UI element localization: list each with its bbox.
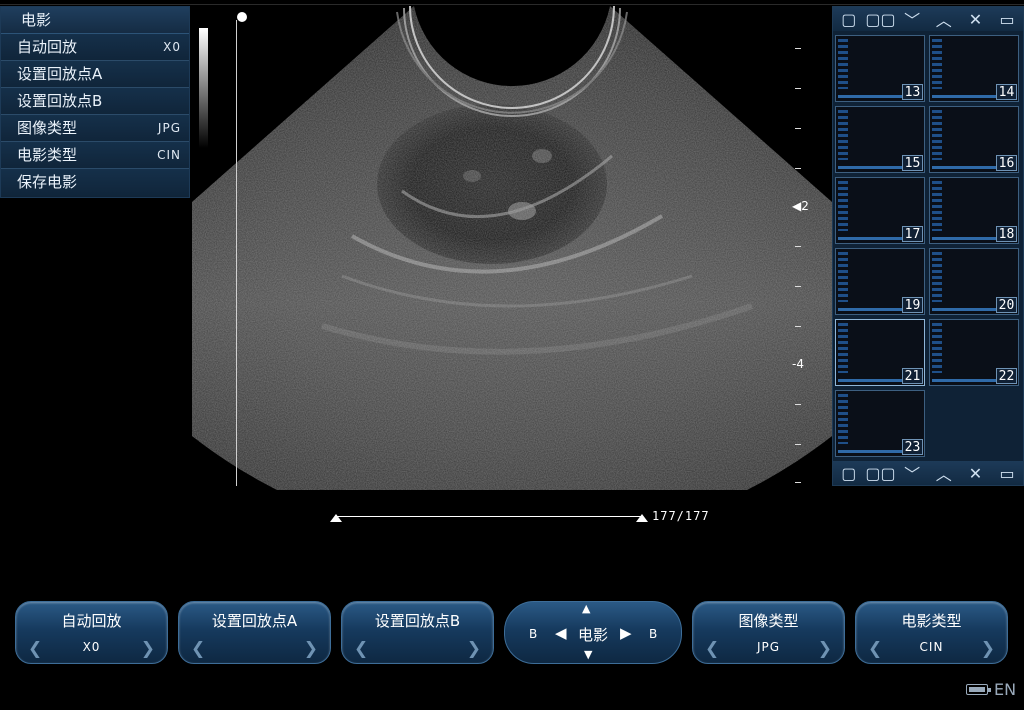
menu-item-set-point-b[interactable]: 设置回放点B: [1, 88, 189, 115]
thumbnail[interactable]: 22: [929, 319, 1019, 386]
depth-label-2: ◀2: [792, 199, 809, 213]
cine-navigation-control[interactable]: ▲ B ◀ 电影 ▶ B ▼: [504, 601, 682, 664]
menu-item-label: 保存电影: [17, 173, 78, 191]
menu-item-label: 设置回放点A: [17, 65, 103, 83]
thumbnail[interactable]: 13: [835, 35, 925, 102]
cine-start-marker[interactable]: [330, 514, 342, 522]
menu-item-value: X0: [163, 40, 181, 54]
thumbnail-selected[interactable]: 21: [835, 319, 925, 386]
menu-item-set-point-a[interactable]: 设置回放点A: [1, 61, 189, 88]
thumbnail[interactable]: 18: [929, 177, 1019, 244]
ultrasound-image: [192, 6, 832, 490]
menu-item-auto-replay[interactable]: 自动回放 X0: [1, 34, 189, 61]
chevron-right-icon[interactable]: ❯: [304, 639, 318, 659]
chevron-left-icon[interactable]: ❮: [354, 639, 368, 659]
depth-label-4: -4: [792, 357, 804, 371]
menu-item-image-type[interactable]: 图像类型 JPG: [1, 115, 189, 142]
thumbnail-number: 19: [902, 297, 923, 313]
thumbnail[interactable]: 19: [835, 248, 925, 315]
thumbnail-number: 13: [902, 84, 923, 100]
chevron-up-icon[interactable]: ︿: [931, 463, 957, 484]
auto-replay-control[interactable]: 自动回放 ❮ X0 ❯: [15, 601, 168, 664]
menu-item-cine-type[interactable]: 电影类型 CIN: [1, 142, 189, 169]
chevron-right-icon[interactable]: ❯: [818, 639, 832, 659]
delete-icon[interactable]: ✕: [962, 9, 988, 29]
depth-tick: [795, 48, 801, 49]
chevron-up-icon[interactable]: ︿: [931, 9, 957, 30]
control-label: 自动回放: [61, 612, 122, 630]
language-indicator: EN: [994, 680, 1017, 699]
top-divider: [0, 4, 1024, 5]
frame-counter: 177/177: [652, 509, 710, 523]
depth-tick: [795, 404, 801, 405]
dual-view-icon[interactable]: ▢▢: [865, 463, 895, 483]
thumbnail-number: 20: [996, 297, 1017, 313]
thumbnail-number: 15: [902, 155, 923, 171]
chevron-right-icon[interactable]: ❯: [141, 639, 155, 659]
menu-item-label: 电影类型: [17, 146, 78, 164]
control-label: 设置回放点B: [374, 612, 461, 630]
depth-tick: [795, 326, 801, 327]
thumbnail-panel: ▢ ▢▢ ﹀ ︿ ✕ ▭ 13 14 15 16 17 18 19 20 21 …: [832, 6, 1024, 486]
thumbnail-number: 22: [996, 368, 1017, 384]
depth-tick: [795, 88, 801, 89]
depth-scale: ◀2 -4: [790, 30, 820, 490]
thumbnail-number: 14: [996, 84, 1017, 100]
cine-menu: 电影 自动回放 X0 设置回放点A 设置回放点B 图像类型 JPG 电影类型 CIN …: [0, 6, 190, 198]
depth-tick: [795, 128, 801, 129]
arrow-up-icon[interactable]: ▲: [582, 602, 590, 615]
chevron-down-icon[interactable]: ﹀: [899, 9, 925, 30]
control-label: 图像类型: [738, 612, 799, 630]
single-view-icon[interactable]: ▢: [836, 463, 862, 483]
thumbnail-toolbar-bottom: ▢ ▢▢ ﹀ ︿ ✕ ▭: [833, 461, 1023, 485]
thumbnail-number: 21: [902, 368, 923, 384]
export-icon[interactable]: ▭: [994, 9, 1020, 29]
chevron-left-icon[interactable]: ❮: [191, 639, 205, 659]
thumbnail[interactable]: 16: [929, 106, 1019, 173]
menu-item-label: 自动回放: [17, 38, 78, 56]
menu-item-value: JPG: [157, 121, 181, 135]
thumbnail-number: 23: [902, 439, 923, 455]
thumbnail[interactable]: 23: [835, 390, 925, 457]
thumbnail-number: 18: [996, 226, 1017, 242]
delete-icon[interactable]: ✕: [962, 463, 988, 483]
menu-item-label: 图像类型: [17, 119, 78, 137]
image-type-control[interactable]: 图像类型 ❮ JPG ❯: [692, 601, 845, 664]
battery-icon: [966, 684, 991, 695]
control-label: 电影类型: [901, 612, 962, 630]
cine-type-control[interactable]: 电影类型 ❮ CIN ❯: [855, 601, 1008, 664]
thumbnail[interactable]: 15: [835, 106, 925, 173]
chevron-right-icon[interactable]: ❯: [981, 639, 995, 659]
point-b-right-label: B: [649, 627, 658, 641]
dual-view-icon[interactable]: ▢▢: [865, 9, 895, 29]
measurement-line: [236, 20, 237, 486]
thumbnail-toolbar-top: ▢ ▢▢ ﹀ ︿ ✕ ▭: [833, 7, 1023, 31]
chevron-down-icon[interactable]: ﹀: [899, 463, 925, 484]
chevron-right-icon[interactable]: ❯: [467, 639, 481, 659]
cine-slider-track[interactable]: [336, 516, 642, 517]
export-icon[interactable]: ▭: [994, 463, 1020, 483]
thumbnail-number: 16: [996, 155, 1017, 171]
thumbnail[interactable]: 14: [929, 35, 1019, 102]
menu-item-value: CIN: [157, 148, 181, 162]
depth-tick: [795, 286, 801, 287]
depth-tick: [795, 168, 801, 169]
menu-title: 电影: [1, 7, 189, 34]
thumbnail-number: 17: [902, 226, 923, 242]
menu-item-save-cine[interactable]: 保存电影: [1, 169, 189, 196]
single-view-icon[interactable]: ▢: [836, 9, 862, 29]
set-point-a-control[interactable]: 设置回放点A ❮ ❯: [178, 601, 331, 664]
cine-end-marker[interactable]: [636, 514, 648, 522]
menu-item-label: 设置回放点B: [17, 92, 103, 110]
control-label: 设置回放点A: [211, 612, 298, 630]
thumbnail[interactable]: 20: [929, 248, 1019, 315]
depth-tick: [795, 246, 801, 247]
arrow-down-icon[interactable]: ▼: [584, 648, 592, 661]
depth-tick: [795, 482, 801, 483]
focus-marker: [237, 12, 247, 22]
set-point-b-control[interactable]: 设置回放点B ❮ ❯: [341, 601, 494, 664]
arrow-right-icon[interactable]: ▶: [620, 624, 632, 642]
depth-tick: [795, 444, 801, 445]
thumbnail[interactable]: 17: [835, 177, 925, 244]
